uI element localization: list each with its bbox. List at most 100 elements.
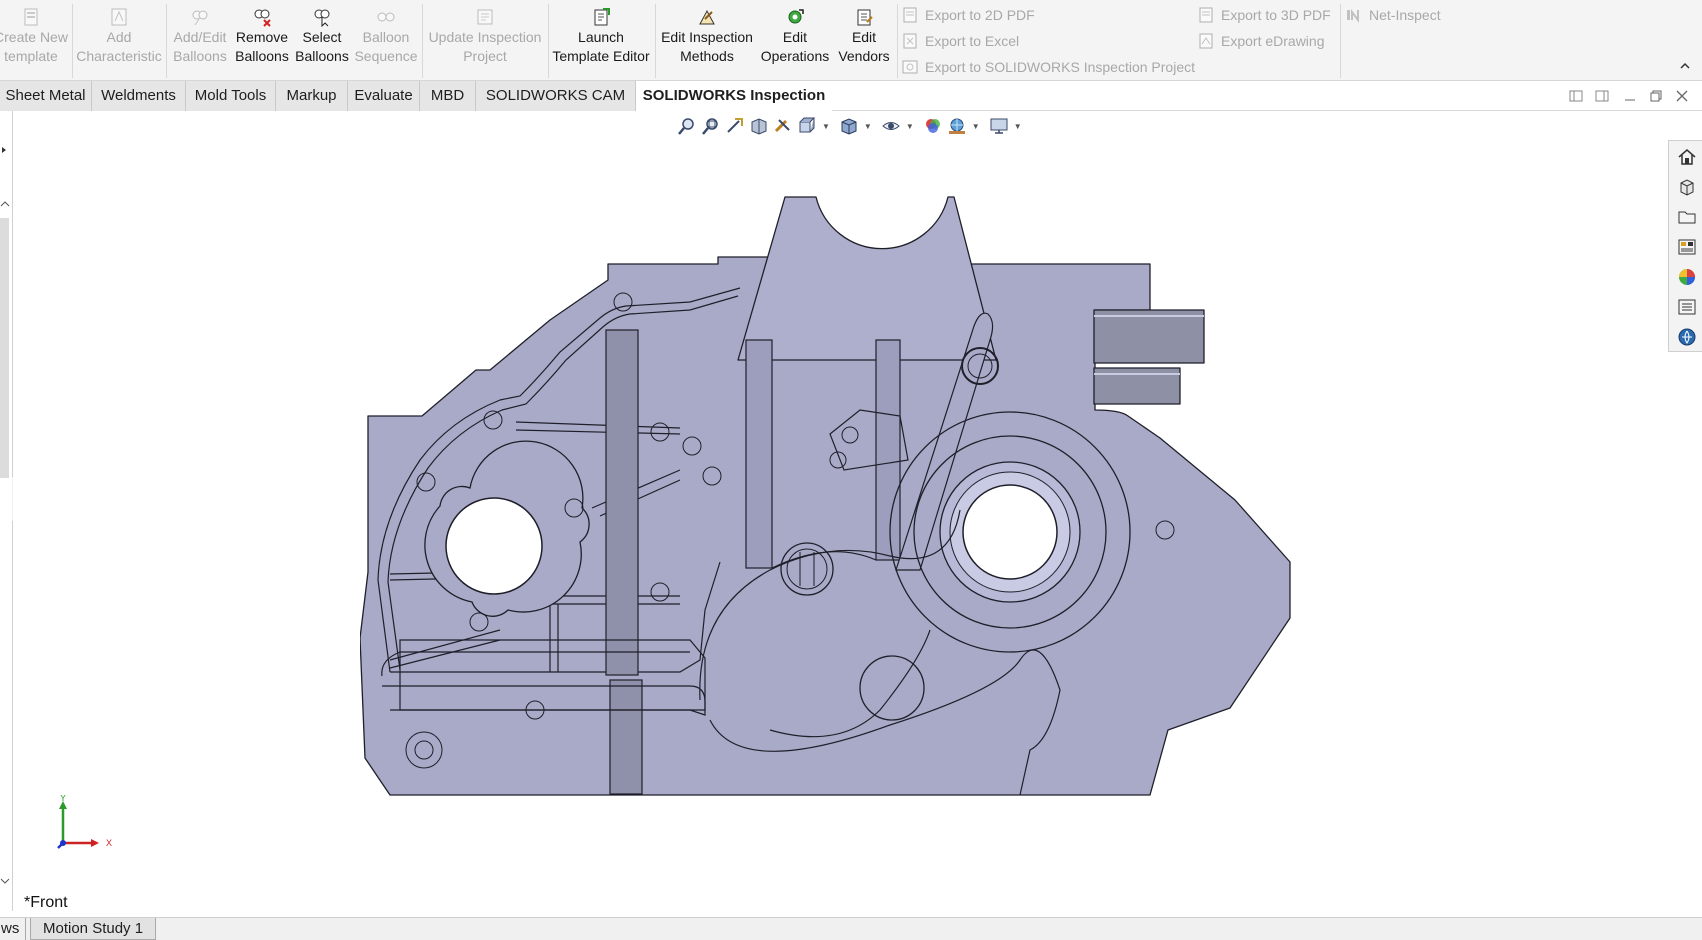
operations-icon [788,9,804,24]
axis-y-label: Y [60,795,66,803]
expand-right-icon[interactable] [0,145,10,155]
tab-sheet-metal[interactable]: Sheet Metal [0,81,92,111]
export-excel-button[interactable]: Export to Excel [902,30,1019,52]
tile-left-icon[interactable] [1568,88,1584,104]
edrawing-icon [1199,33,1213,49]
edit-vendors-button[interactable]: Edit Vendors [833,0,895,80]
add-edit-balloons-button[interactable]: Add/Edit Balloons [168,0,232,80]
create-new-template-button[interactable]: Create New template [0,0,70,80]
create-new-template-label: Create New template [0,29,68,64]
export-2d-pdf-button[interactable]: Export to 2D PDF [902,4,1035,26]
remove-balloons-button[interactable]: Remove Balloons [232,0,292,80]
zoom-to-area-icon [702,118,718,135]
view-orientation-button[interactable] [797,116,817,136]
inspection-methods-icon [699,9,715,25]
tab-evaluate[interactable]: Evaluate [348,81,420,111]
command-manager-tabs: Sheet Metal Weldments Mold Tools Markup … [0,81,1702,111]
launch-template-editor-label: Launch Template Editor [552,29,650,64]
edit-operations-button[interactable]: Edit Operations [757,0,833,80]
edit-operations-label: Edit Operations [760,29,830,64]
add-characteristic-button[interactable]: Add Characteristic [76,0,162,80]
export-excel-label: Export to Excel [925,33,1020,49]
design-library-icon[interactable] [1677,177,1697,197]
tab-markup[interactable]: Markup [276,81,348,111]
part-model-front-view[interactable] [360,190,1300,810]
pdf-3d-icon [1199,7,1213,23]
hide-show-button[interactable] [881,116,901,136]
update-inspection-project-button[interactable]: Update Inspection Project [424,0,546,80]
heads-up-view-toolbar: ▼ ▼ ▼ ▼ ▼ [677,115,1027,137]
ribbon-separator [72,4,73,78]
chevron-down-icon[interactable]: ▼ [822,122,830,131]
update-project-icon [477,9,493,25]
ribbon-separator [1340,4,1341,78]
tab-motion-study-1[interactable]: Motion Study 1 [30,918,157,940]
hide-show-icon [882,122,900,130]
ribbon-separator [422,4,423,78]
panel-scrollbar[interactable] [0,218,9,478]
edit-balloons-icon [192,10,208,26]
select-balloons-icon [314,9,330,27]
tile-right-icon[interactable] [1594,88,1610,104]
edit-appearance-button[interactable] [923,116,943,136]
dynamic-annotation-button[interactable] [773,116,793,136]
restore-icon[interactable] [1648,88,1664,104]
chevron-down-icon[interactable]: ▼ [864,122,872,131]
solidworks-forum-icon[interactable] [1677,327,1697,347]
export-3d-pdf-button[interactable]: Export to 3D PDF [1198,4,1331,26]
tab-mold-tools[interactable]: Mold Tools [186,81,276,111]
view-palette-icon[interactable] [1677,237,1697,257]
coordinate-triad: Y X [57,795,112,849]
custom-properties-icon[interactable] [1677,297,1697,317]
display-style-icon [841,118,857,135]
remove-balloons-label: Remove Balloons [235,29,289,64]
edit-vendors-label: Edit Vendors [838,29,890,64]
home-icon[interactable] [1677,147,1697,167]
chevron-down-icon[interactable]: ▼ [1014,122,1022,131]
chevron-down-icon[interactable]: ▼ [972,122,980,131]
section-view-button[interactable] [749,116,769,136]
scroll-up-icon[interactable] [0,199,10,209]
ribbon-separator [655,4,656,78]
apply-scene-button[interactable] [947,116,967,136]
tab-views[interactable]: ws [0,918,26,940]
display-style-button[interactable] [839,116,859,136]
export-inspection-project-label: Export to SOLIDWORKS Inspection Project [925,59,1195,75]
axis-x-label: X [106,838,112,848]
pdf-icon [903,7,917,23]
ribbon-separator [166,4,167,78]
net-inspect-button[interactable]: Net-Inspect [1346,4,1441,26]
view-name-label: *Front [24,894,68,911]
task-pane-tabs [1668,140,1702,352]
zoom-to-fit-button[interactable] [677,116,697,136]
select-balloons-button[interactable]: Select Balloons [292,0,352,80]
template-editor-icon [594,8,610,26]
view-settings-button[interactable] [989,116,1009,136]
launch-template-editor-button[interactable]: Launch Template Editor [550,0,652,80]
balloon-sequence-button[interactable]: Balloon Sequence [352,0,420,80]
chevron-down-icon[interactable]: ▼ [906,122,914,131]
add-characteristic-label: Add Characteristic [76,29,162,64]
collapse-ribbon-icon[interactable] [1678,59,1692,73]
tab-mbd[interactable]: MBD [420,81,476,111]
close-icon[interactable] [1674,88,1690,104]
update-inspection-project-label: Update Inspection Project [428,29,542,64]
tab-solidworks-inspection[interactable]: SOLIDWORKS Inspection [636,81,832,111]
add-edit-balloons-label: Add/Edit Balloons [173,29,227,64]
export-edrawing-button[interactable]: Export eDrawing [1198,30,1325,52]
file-explorer-icon[interactable] [1677,207,1697,227]
tab-weldments[interactable]: Weldments [92,81,186,111]
tab-solidworks-cam[interactable]: SOLIDWORKS CAM [476,81,636,111]
edit-inspection-methods-button[interactable]: Edit Inspection Methods [657,0,757,80]
view-orientation-icon [799,117,816,133]
zoom-to-area-button[interactable] [701,116,721,136]
appearances-icon[interactable] [1677,267,1697,287]
previous-view-button[interactable] [725,116,745,136]
export-inspection-project-button[interactable]: Export to SOLIDWORKS Inspection Project [902,56,1195,78]
scroll-down-icon[interactable] [0,876,10,886]
excel-icon [903,33,917,49]
zoom-to-fit-icon [678,118,694,135]
minimize-icon[interactable] [1622,88,1638,104]
select-balloons-label: Select Balloons [295,29,349,64]
edit-inspection-methods-label: Edit Inspection Methods [661,29,753,64]
